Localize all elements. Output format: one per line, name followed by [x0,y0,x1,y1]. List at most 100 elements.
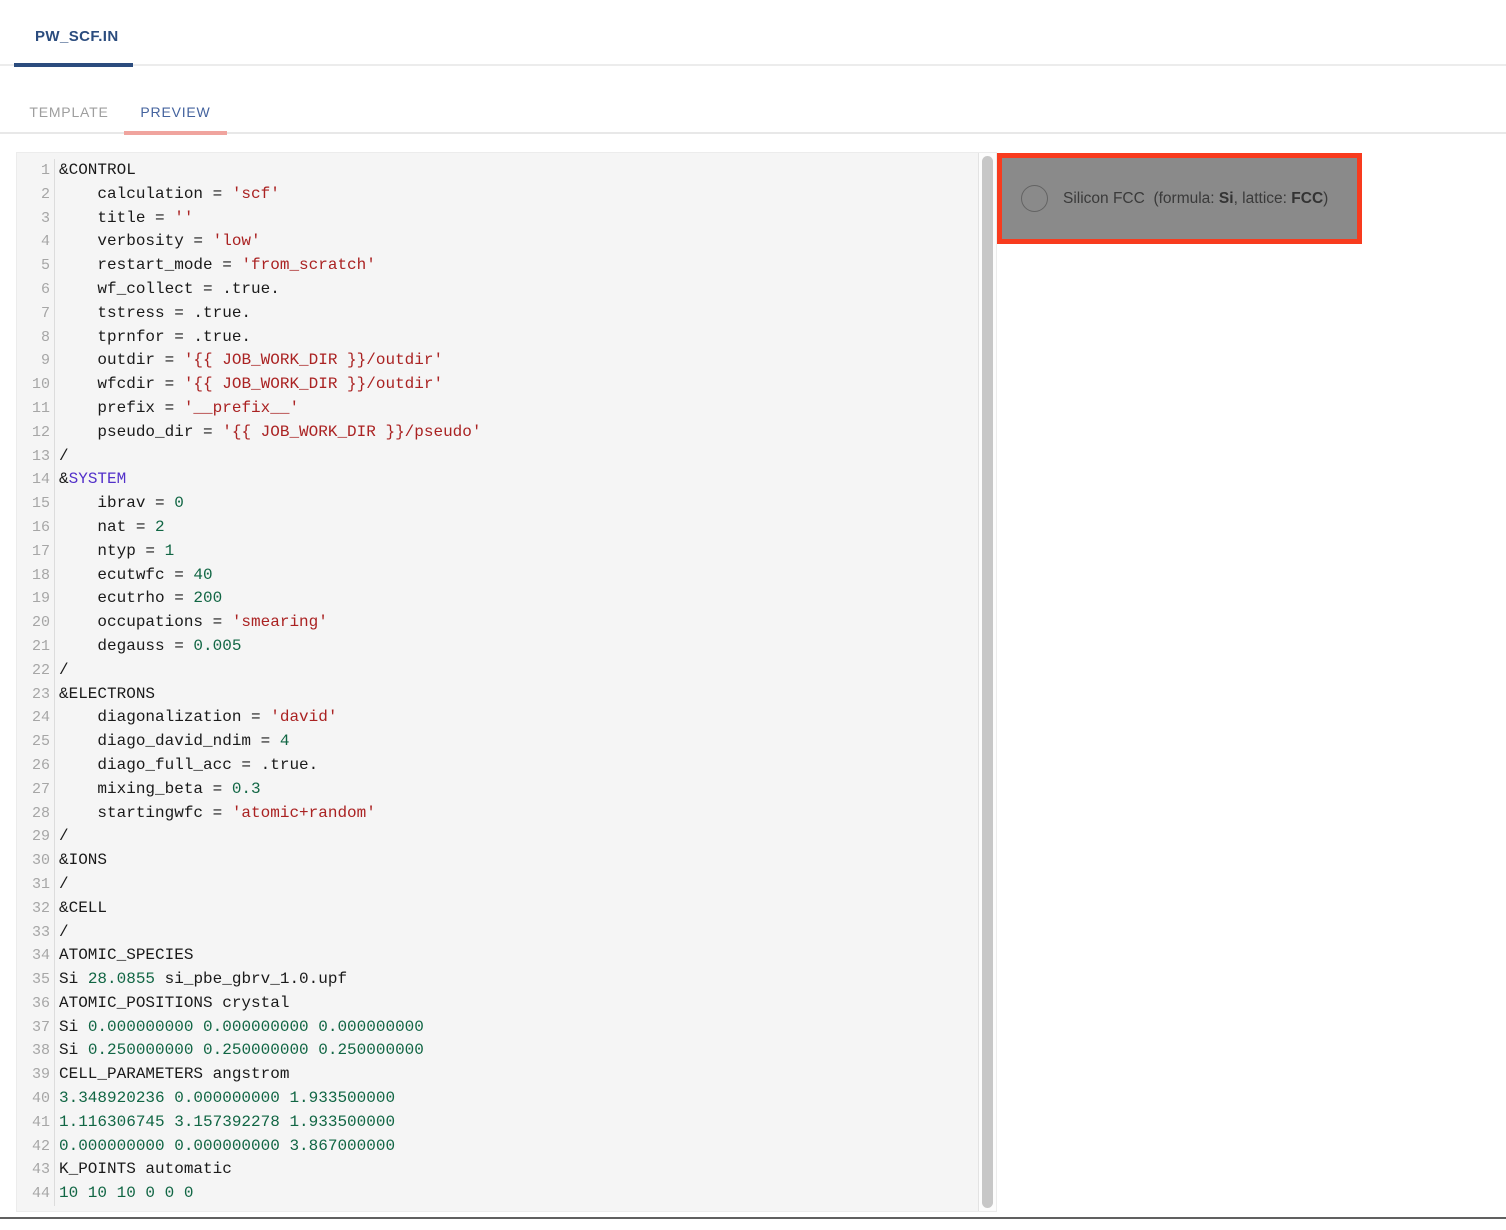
code-line: 28 startingwfc = 'atomic+random' [17,802,978,826]
code-line: 1&CONTROL [17,159,978,183]
lattice-value: FCC [1291,190,1323,207]
line-number: 15 [17,492,55,516]
line-number: 25 [17,730,55,754]
formula-value: Si [1219,190,1234,207]
code-line: 37Si 0.000000000 0.000000000 0.000000000 [17,1016,978,1040]
line-number: 33 [17,921,55,945]
code-line: 16 nat = 2 [17,516,978,540]
tab-template-label: TEMPLATE [29,104,108,120]
code-line: 403.348920236 0.000000000 1.933500000 [17,1087,978,1111]
code-line: 32&CELL [17,897,978,921]
code-line: 23&ELECTRONS [17,683,978,707]
code-line: 9 outdir = '{{ JOB_WORK_DIR }}/outdir' [17,349,978,373]
code-line: 5 restart_mode = 'from_scratch' [17,254,978,278]
line-content: &CELL [55,897,107,921]
line-number: 21 [17,635,55,659]
line-content: K_POINTS automatic [55,1158,232,1182]
line-number: 8 [17,326,55,350]
line-number: 5 [17,254,55,278]
line-content: / [55,445,69,469]
line-number: 7 [17,302,55,326]
line-number: 20 [17,611,55,635]
line-content: diagonalization = 'david' [55,706,337,730]
line-number: 38 [17,1039,55,1063]
code-line: 14&SYSTEM [17,468,978,492]
line-number: 27 [17,778,55,802]
code-line: 411.116306745 3.157392278 1.933500000 [17,1111,978,1135]
line-number: 10 [17,373,55,397]
line-content: &SYSTEM [55,468,126,492]
code-line: 19 ecutrho = 200 [17,587,978,611]
code-line: 30&IONS [17,849,978,873]
line-number: 13 [17,445,55,469]
line-content: ATOMIC_POSITIONS crystal [55,992,289,1016]
line-content: Si 0.000000000 0.000000000 0.000000000 [55,1016,424,1040]
tab-template[interactable]: TEMPLATE [14,104,124,120]
line-content: outdir = '{{ JOB_WORK_DIR }}/outdir' [55,349,443,373]
material-option-label: Silicon FCC (formula: Si, lattice: FCC) [1063,190,1328,208]
line-content: nat = 2 [55,516,165,540]
line-content: diago_full_acc = .true. [55,754,318,778]
line-number: 35 [17,968,55,992]
line-number: 18 [17,564,55,588]
file-tab-pw-scf-in[interactable]: PW_SCF.IN [35,28,119,45]
line-content: mixing_beta = 0.3 [55,778,261,802]
line-number: 19 [17,587,55,611]
scrollbar-thumb[interactable] [982,156,993,1208]
code-lines: 1&CONTROL2 calculation = 'scf'3 title = … [17,153,978,1211]
code-preview-editor[interactable]: 1&CONTROL2 calculation = 'scf'3 title = … [16,152,997,1212]
line-content: tprnfor = .true. [55,326,251,350]
line-content: pseudo_dir = '{{ JOB_WORK_DIR }}/pseudo' [55,421,481,445]
editor-scrollbar[interactable] [978,153,996,1211]
code-line: 18 ecutwfc = 40 [17,564,978,588]
line-content: ATOMIC_SPECIES [55,944,193,968]
line-content: ecutwfc = 40 [55,564,213,588]
code-line: 420.000000000 0.000000000 3.867000000 [17,1135,978,1159]
line-content: 0.000000000 0.000000000 3.867000000 [55,1135,395,1159]
tab-preview-label: PREVIEW [140,104,210,120]
line-number: 17 [17,540,55,564]
code-line: 8 tprnfor = .true. [17,326,978,350]
line-number: 22 [17,659,55,683]
line-number: 32 [17,897,55,921]
code-line: 29/ [17,825,978,849]
code-line: 39CELL_PARAMETERS angstrom [17,1063,978,1087]
line-number: 36 [17,992,55,1016]
code-line: 13/ [17,445,978,469]
line-number: 29 [17,825,55,849]
line-content: 10 10 10 0 0 0 [55,1182,193,1206]
line-number: 39 [17,1063,55,1087]
line-number: 16 [17,516,55,540]
file-tab-bar: PW_SCF.IN [0,0,1506,66]
line-content: occupations = 'smearing' [55,611,328,635]
line-content: ecutrho = 200 [55,587,222,611]
code-line: 17 ntyp = 1 [17,540,978,564]
code-line: 4410 10 10 0 0 0 [17,1182,978,1206]
code-line: 38Si 0.250000000 0.250000000 0.250000000 [17,1039,978,1063]
tab-preview[interactable]: PREVIEW [124,104,227,120]
line-number: 2 [17,183,55,207]
code-line: 36ATOMIC_POSITIONS crystal [17,992,978,1016]
line-content: calculation = 'scf' [55,183,280,207]
line-number: 1 [17,159,55,183]
line-number: 12 [17,421,55,445]
code-line: 35Si 28.0855 si_pbe_gbrv_1.0.upf [17,968,978,992]
line-content: degauss = 0.005 [55,635,241,659]
line-number: 41 [17,1111,55,1135]
page: PW_SCF.IN TEMPLATE PREVIEW 1&CONTROL2 ca… [0,0,1506,1230]
line-number: 42 [17,1135,55,1159]
code-line: 7 tstress = .true. [17,302,978,326]
code-line: 11 prefix = '__prefix__' [17,397,978,421]
code-line: 24 diagonalization = 'david' [17,706,978,730]
line-number: 31 [17,873,55,897]
line-content: 3.348920236 0.000000000 1.933500000 [55,1087,395,1111]
line-content: / [55,873,69,897]
line-content: startingwfc = 'atomic+random' [55,802,376,826]
radio-icon[interactable] [1021,185,1048,212]
material-option-silicon-fcc[interactable]: Silicon FCC (formula: Si, lattice: FCC) [997,153,1362,244]
line-content: tstress = .true. [55,302,251,326]
code-line: 4 verbosity = 'low' [17,230,978,254]
line-content: title = '' [55,207,193,231]
line-content: &ELECTRONS [55,683,155,707]
line-number: 43 [17,1158,55,1182]
